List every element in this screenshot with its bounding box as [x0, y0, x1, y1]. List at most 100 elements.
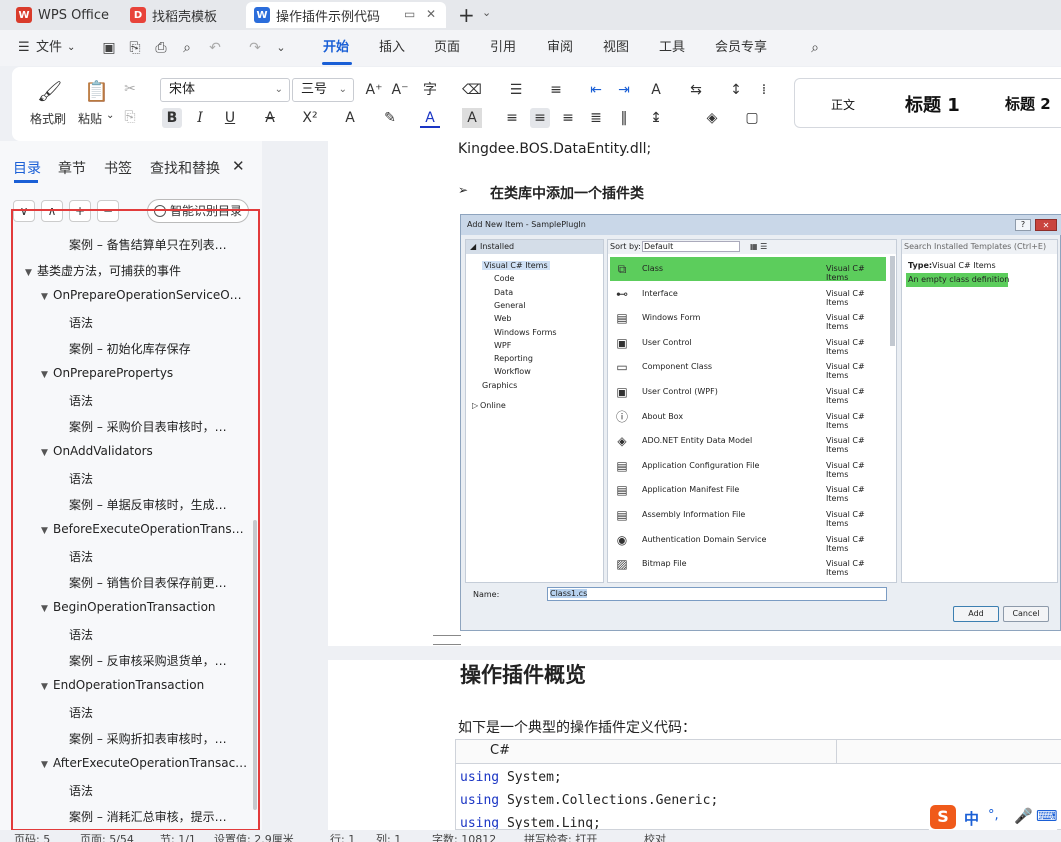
show-marks-icon[interactable]: ⁞ — [754, 80, 774, 100]
toc-heading[interactable]: ▼ 基类虚方法，可捕获的事件 — [25, 262, 247, 279]
strikethrough-icon[interactable]: A — [260, 108, 280, 128]
redo-icon[interactable]: ↷ — [246, 39, 264, 57]
caret-down-icon[interactable]: ▼ — [41, 292, 53, 302]
highlight-icon[interactable]: ✎ — [380, 108, 400, 128]
toc-heading[interactable]: ▼ BeginOperationTransaction — [41, 600, 247, 614]
menu-home[interactable]: 开始 — [323, 30, 349, 66]
grow-font-icon[interactable]: A⁺ — [364, 80, 384, 100]
chevron-down-icon[interactable]: ⌄ — [106, 110, 114, 121]
numbered-list-icon[interactable]: ≡ — [546, 80, 566, 100]
decrease-indent-icon[interactable]: ⇤ — [586, 80, 606, 100]
text-direction-icon[interactable]: ⇆ — [686, 80, 706, 100]
search-icon[interactable]: ⌕ — [806, 39, 824, 57]
sogou-logo-icon[interactable]: S — [930, 805, 956, 829]
status-proof[interactable]: 校对 — [644, 831, 666, 842]
tab-toc[interactable]: 目录 — [13, 158, 41, 178]
font-size-select[interactable]: 三号 ⌄ — [292, 78, 354, 102]
status-section[interactable]: 节: 1/1 — [160, 831, 196, 842]
font-color-icon[interactable]: A — [420, 108, 440, 128]
format-painter-icon[interactable]: 🖌 — [37, 81, 62, 101]
ime-punct[interactable]: °, — [988, 808, 999, 823]
menu-review[interactable]: 审阅 — [547, 30, 573, 66]
close-pane-icon[interactable]: ✕ — [232, 157, 245, 175]
style-heading-2[interactable]: 标题 2 — [1005, 93, 1051, 114]
caret-down-icon[interactable]: ▼ — [25, 268, 37, 278]
cut-icon[interactable]: ✂ — [120, 79, 140, 99]
text-effect-icon[interactable]: A — [340, 108, 360, 128]
chinese-layout-icon[interactable]: A — [646, 80, 666, 100]
align-left-icon[interactable]: ≡ — [502, 108, 522, 128]
tab-find-replace[interactable]: 查找和替换 — [150, 158, 220, 178]
toc-scrollbar[interactable] — [253, 520, 257, 810]
paste-icon[interactable]: 📋 — [84, 81, 109, 101]
menu-member[interactable]: 会员专享 — [715, 30, 767, 66]
paste-button[interactable]: 粘贴 — [78, 110, 102, 127]
status-row[interactable]: 行: 1 — [330, 831, 355, 842]
shrink-font-icon[interactable]: A⁻ — [390, 80, 410, 100]
menu-tools[interactable]: 工具 — [659, 30, 685, 66]
status-page[interactable]: 页码: 5 — [14, 831, 50, 842]
font-name-select[interactable]: 宋体 ⌄ — [160, 78, 290, 102]
caret-down-icon[interactable]: ▼ — [41, 682, 53, 692]
caret-down-icon[interactable]: ▼ — [41, 370, 53, 380]
toc-item[interactable]: 案例 – 反审核采购退货单，… — [69, 652, 247, 669]
border-icon[interactable]: ▢ — [742, 108, 762, 128]
toc-item[interactable]: 语法 — [69, 392, 247, 409]
chevron-down-icon[interactable]: ⌄ — [482, 6, 491, 19]
style-normal[interactable]: 正文 — [831, 96, 855, 113]
menu-page[interactable]: 页面 — [434, 30, 460, 66]
ime-lang[interactable]: 中 — [964, 808, 979, 829]
toc-heading[interactable]: ▼ OnPrepareOperationServiceO… — [41, 288, 247, 302]
toc-item[interactable]: 语法 — [69, 470, 247, 487]
status-pages[interactable]: 页面: 5/54 — [80, 831, 134, 842]
line-spacing-icon[interactable]: ↨ — [646, 108, 666, 128]
toc-item[interactable]: 语法 — [69, 704, 247, 721]
tab-document[interactable]: W 操作插件示例代码 ▭ ✕ — [246, 2, 446, 28]
status-col[interactable]: 列: 1 — [376, 831, 401, 842]
caret-down-icon[interactable]: ▼ — [41, 760, 53, 770]
print-preview-icon[interactable]: ⌕ — [178, 39, 196, 57]
underline-icon[interactable]: U — [220, 108, 240, 128]
caret-down-icon[interactable]: ▼ — [41, 448, 53, 458]
status-spell[interactable]: 拼写检查: 打开 — [524, 831, 597, 842]
menu-insert[interactable]: 插入 — [379, 30, 405, 66]
status-words[interactable]: 字数: 10812 — [432, 831, 496, 842]
keyboard-icon[interactable]: ⌨ — [1036, 807, 1058, 825]
char-shading-icon[interactable]: A — [462, 108, 482, 128]
window-mode-icon[interactable]: ▭ — [404, 7, 415, 21]
toc-heading[interactable]: ▼ BeforeExecuteOperationTrans… — [41, 522, 247, 536]
print-icon[interactable]: ⎙ — [152, 39, 170, 57]
caret-down-icon[interactable]: ▼ — [41, 526, 53, 536]
tab-chapters[interactable]: 章节 — [58, 158, 86, 178]
toc-item[interactable]: 案例 – 销售价目表保存前更… — [69, 574, 247, 591]
toc-heading[interactable]: ▼ OnAddValidators — [41, 444, 247, 458]
menu-view[interactable]: 视图 — [603, 30, 629, 66]
toc-item[interactable]: 语法 — [69, 548, 247, 565]
copy-icon[interactable]: ⎘ — [120, 107, 140, 127]
toc-item[interactable]: 语法 — [69, 782, 247, 799]
toc-item[interactable]: 案例 – 采购价目表审核时，… — [69, 418, 247, 435]
align-right-icon[interactable]: ≡ — [558, 108, 578, 128]
bold-icon[interactable]: B — [162, 108, 182, 128]
new-tab-icon[interactable]: + — [458, 3, 475, 27]
italic-icon[interactable]: I — [190, 108, 210, 128]
phonetic-guide-icon[interactable]: 字 — [420, 80, 440, 100]
toc-heading[interactable]: ▼ AfterExecuteOperationTransac… — [41, 756, 247, 770]
toc-item[interactable]: 案例 – 备售结算单只在列表… — [69, 236, 247, 253]
shading-icon[interactable]: ◈ — [702, 108, 722, 128]
increase-indent-icon[interactable]: ⇥ — [614, 80, 634, 100]
toc-item[interactable]: 案例 – 单据反审核时，生成… — [69, 496, 247, 513]
close-tab-icon[interactable]: ✕ — [426, 7, 436, 21]
toc-heading[interactable]: ▼ EndOperationTransaction — [41, 678, 247, 692]
toc-heading[interactable]: ▼ OnPreparePropertys — [41, 366, 247, 380]
caret-down-icon[interactable]: ▼ — [41, 604, 53, 614]
justify-icon[interactable]: ≣ — [586, 108, 606, 128]
bullet-list-icon[interactable]: ☰ — [506, 80, 526, 100]
superscript-icon[interactable]: X² — [300, 108, 320, 128]
export-icon[interactable]: ⎘ — [126, 39, 144, 57]
status-setting[interactable]: 设置值: 2.9厘米 — [214, 831, 294, 842]
sort-icon[interactable]: ↕ — [726, 80, 746, 100]
tab-docer[interactable]: D 找稻壳模板 — [122, 2, 242, 28]
toc-item[interactable]: 案例 – 消耗汇总审核，提示… — [69, 808, 247, 825]
distributed-icon[interactable]: ‖ — [614, 108, 634, 128]
